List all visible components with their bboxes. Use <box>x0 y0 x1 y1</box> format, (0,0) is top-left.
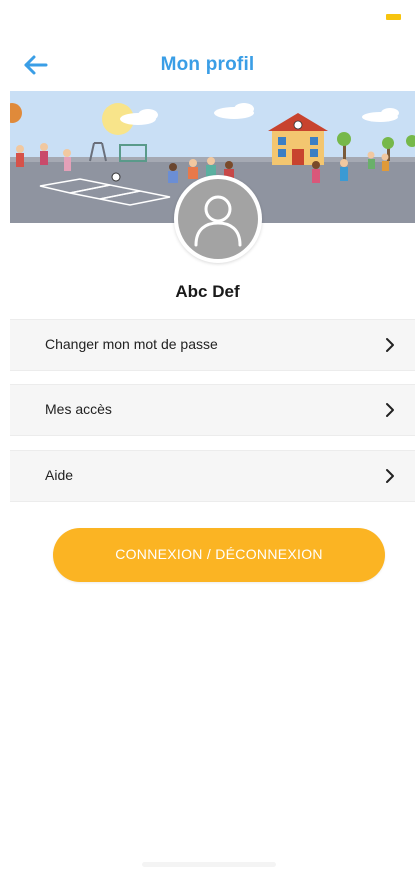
menu-item-label: Mes accès <box>45 401 112 417</box>
chevron-right-icon <box>386 469 394 483</box>
menu-item-label: Aide <box>45 467 74 483</box>
avatar-image <box>178 179 258 259</box>
connect-disconnect-label: CONNEXION / DÉCONNEXION <box>115 546 323 562</box>
menu-item-my-access[interactable]: Mes accès <box>10 384 415 436</box>
connect-disconnect-button[interactable]: CONNEXION / DÉCONNEXION <box>53 528 385 582</box>
menu-item-change-password[interactable]: Changer mon mot de passe <box>10 319 415 371</box>
chevron-right-icon <box>386 338 394 352</box>
status-bar-indicator <box>386 14 401 20</box>
user-name: Abc Def <box>175 282 240 301</box>
menu-item-label: Changer mon mot de passe <box>45 336 218 352</box>
avatar[interactable] <box>174 175 262 263</box>
home-indicator <box>142 862 276 867</box>
menu-item-help[interactable]: Aide <box>10 450 415 502</box>
header-bar: Mon profil <box>0 44 415 88</box>
profile-screen: Mon profil Abc Def Changer mon mot de pa… <box>0 0 415 877</box>
chevron-right-icon <box>386 403 394 417</box>
page-title: Mon profil <box>160 54 255 75</box>
user-placeholder-icon <box>194 195 242 247</box>
